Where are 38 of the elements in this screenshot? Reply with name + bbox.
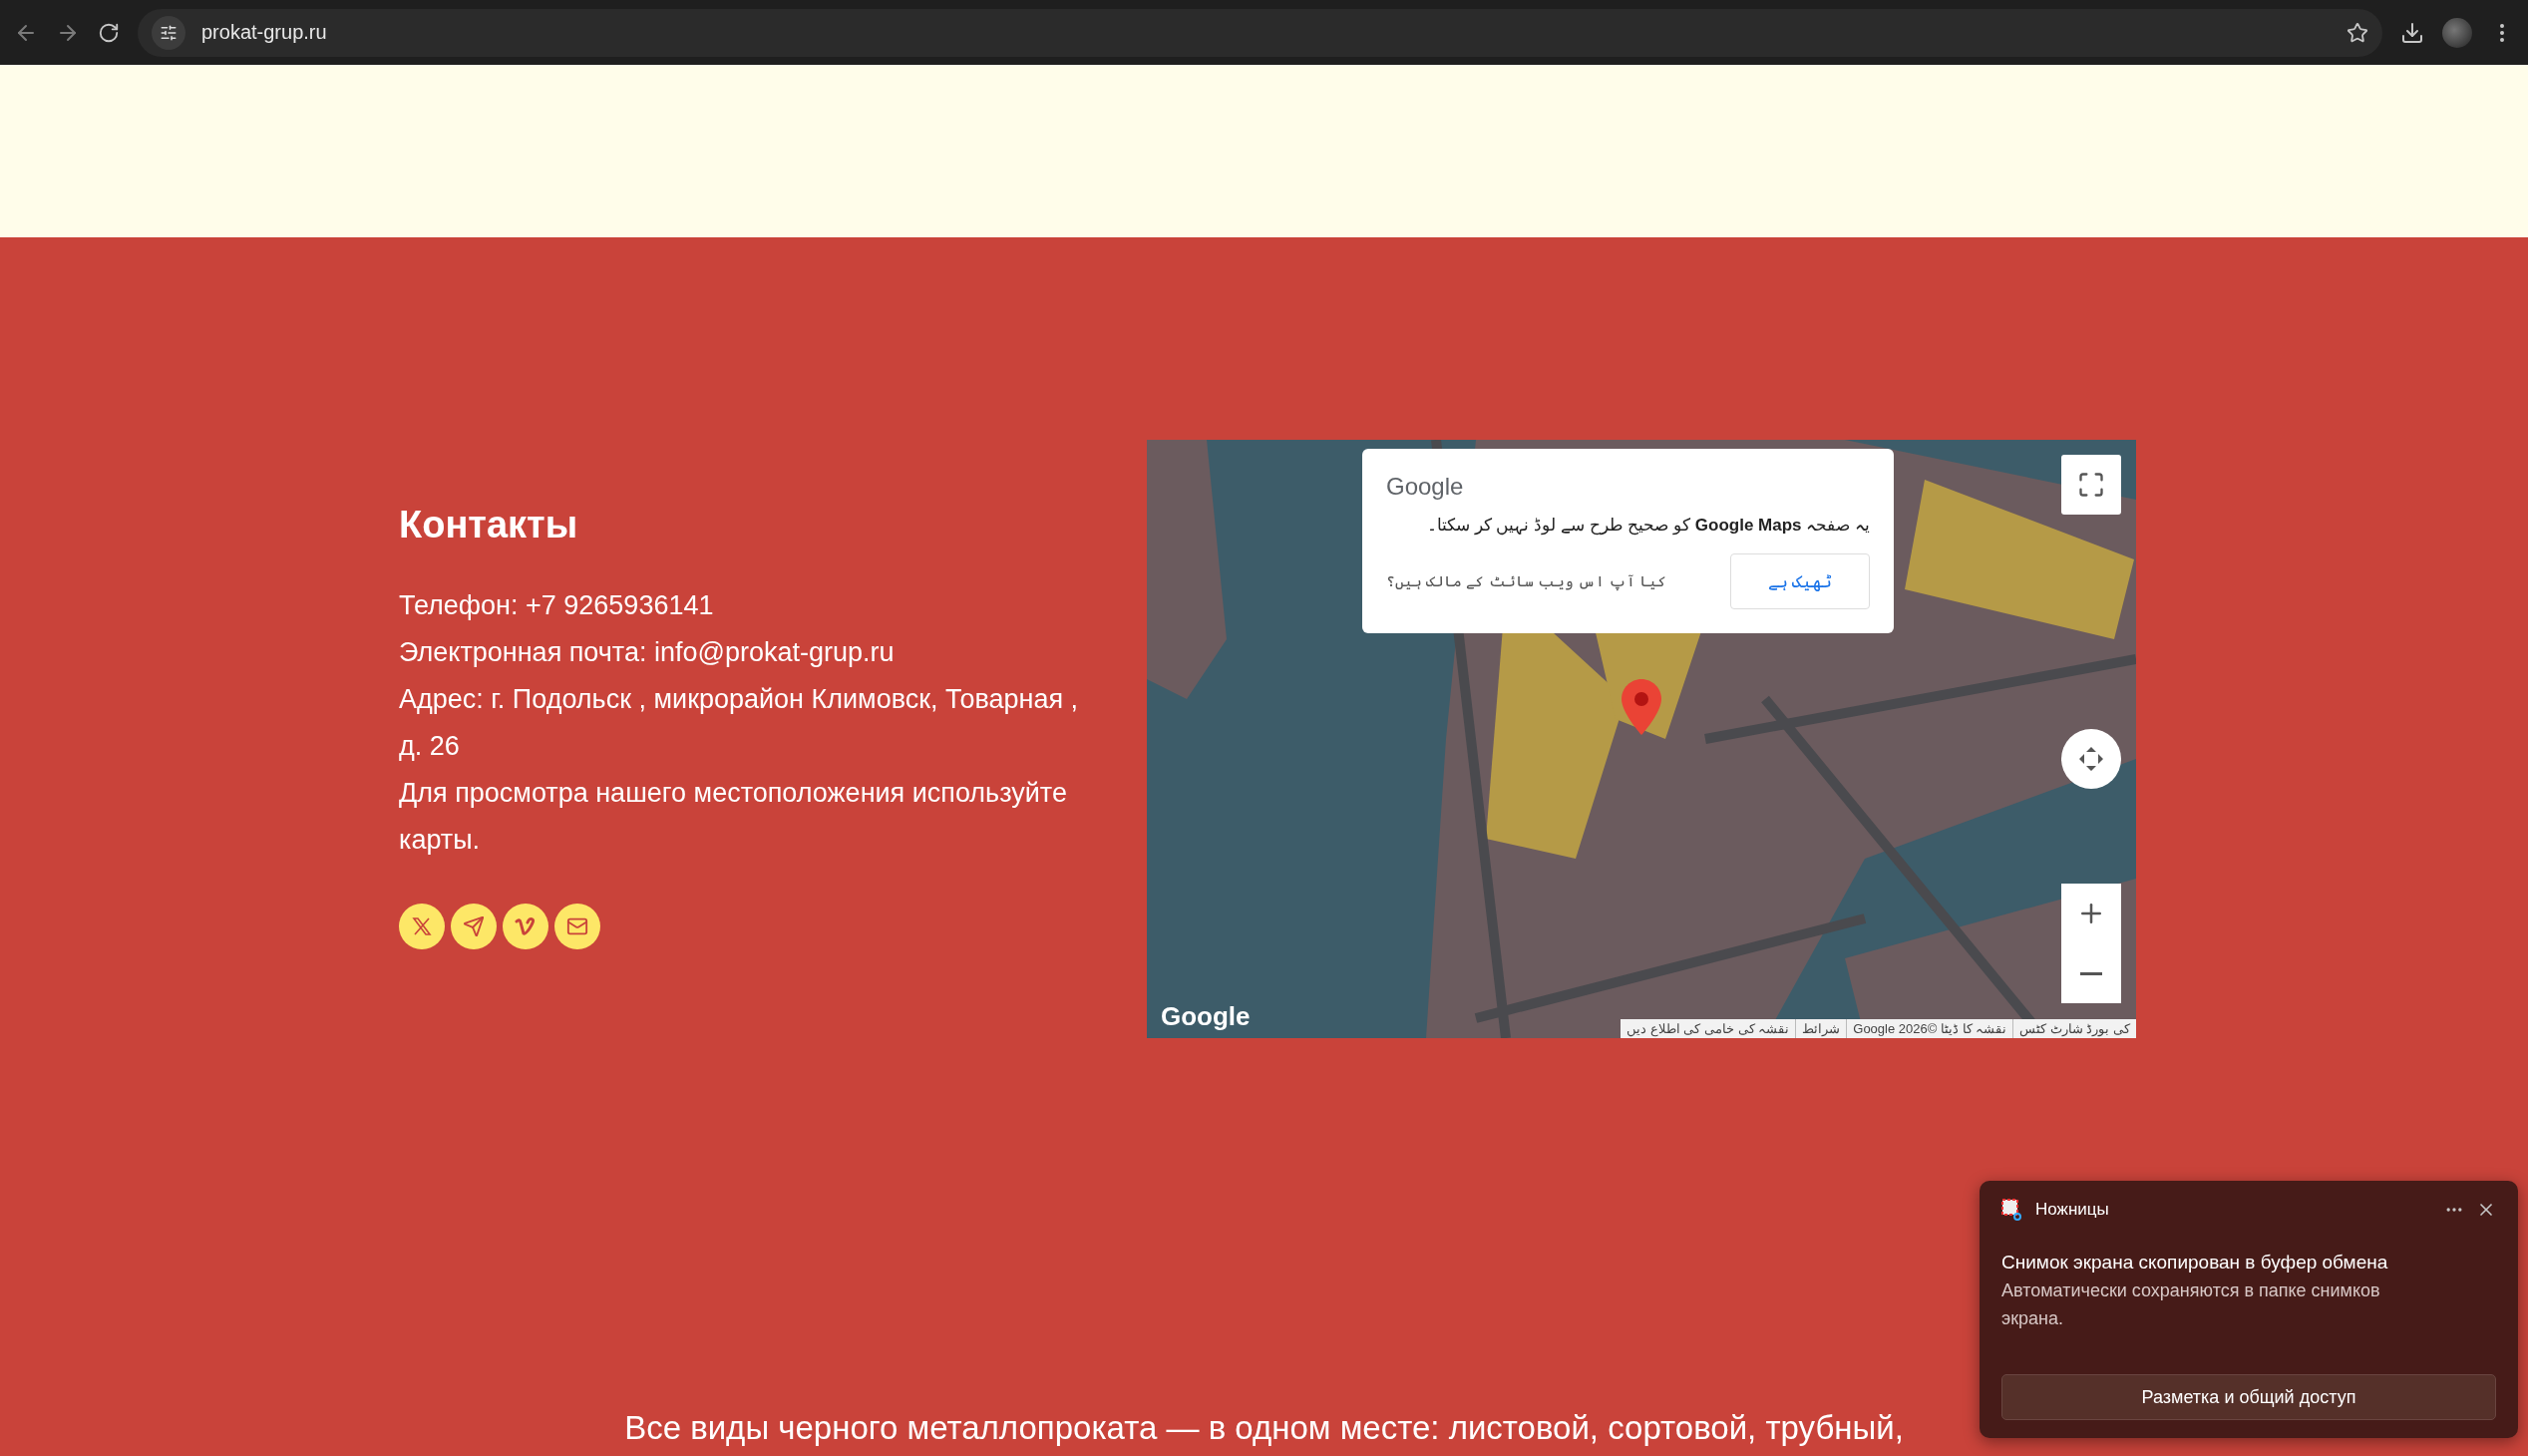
owner-question: کیا آپ اس ویب سائٹ کے مالک ہیں؟ [1386, 572, 1667, 590]
attribution-link[interactable]: شرائط [1796, 1019, 1847, 1038]
star-icon[interactable] [2347, 21, 2368, 44]
scissors-app-icon [2001, 1199, 2023, 1221]
dialog-brand: Google [1386, 473, 1464, 501]
tagline: Все виды черного металлопроката — в одном месте: листовой, сортовой, трубный, [623, 1409, 1905, 1447]
fullscreen-icon [2077, 471, 2105, 499]
ok-button[interactable]: ٹھیک ہے [1730, 553, 1870, 609]
fullscreen-button[interactable] [2061, 455, 2121, 515]
site-settings-icon[interactable] [152, 15, 185, 50]
contacts-heading: Контакты [399, 504, 579, 546]
vimeo-link[interactable] [503, 904, 548, 949]
mail-icon [566, 915, 588, 937]
notification-title: Снимок экрана скопирован в буфер обмена [2001, 1251, 2389, 1274]
contact-line: Телефон: +7 9265936141 [399, 589, 715, 622]
profile-avatar[interactable] [2442, 17, 2472, 48]
attribution-link[interactable]: نقشہ کی خامی کی اطلاع دیں [1621, 1019, 1796, 1038]
map-pin-icon [1622, 679, 1661, 735]
x-logo-icon [412, 916, 432, 936]
v-logo-icon [515, 916, 537, 936]
minus-icon [2080, 971, 2102, 975]
contact-line: Электронная почта: info@prokat-grup.ru [399, 636, 896, 669]
contact-line: Адрес: г. Подольск , микрорайон Климовск, Товарная , д. 26 [399, 683, 1080, 763]
x-link[interactable] [399, 904, 445, 949]
reload-icon[interactable] [98, 21, 120, 44]
email-link[interactable] [554, 904, 600, 949]
url-text: prokat-grup.ru [201, 21, 328, 44]
attribution-link[interactable]: نقشہ کا ڈیٹا ©2026 Google [1847, 1019, 2013, 1038]
telegram-link[interactable] [451, 904, 497, 949]
app-name: Ножницы [2035, 1200, 2110, 1220]
notification-body: Автоматически сохраняются в папке снимков экрана. [2001, 1279, 2381, 1330]
contact-line: Для просмотра нашего местоположения используйте карты. [399, 777, 1068, 857]
markup-share-button[interactable]: Разметка и общий доступ [2001, 1374, 2496, 1420]
paper-plane-icon [463, 915, 485, 937]
attribution-link[interactable]: کی بورڈ شارٹ کٹس [2013, 1019, 2136, 1038]
address-bar[interactable]: prokat-grup.ru [138, 8, 2382, 57]
map-logo: Google [1161, 1001, 1251, 1032]
download-icon[interactable] [2400, 20, 2424, 45]
